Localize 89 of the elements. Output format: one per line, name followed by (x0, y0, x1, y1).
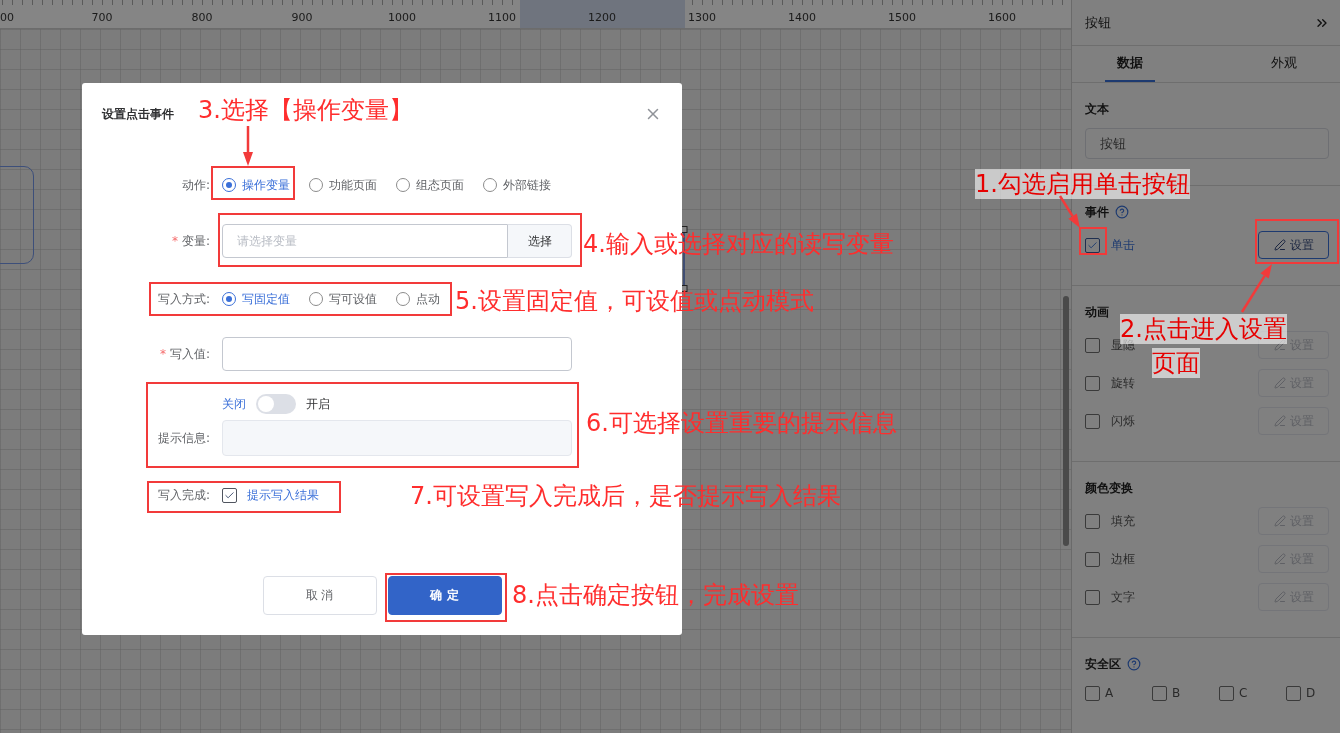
field-label: 提示信息: (156, 429, 210, 447)
field-label: 写入完成: (156, 486, 210, 504)
radio-option[interactable]: 写可设值 (309, 290, 377, 308)
annotation-arrow (1240, 264, 1272, 313)
pencil-icon (1273, 591, 1286, 603)
ruler-label: 700 (90, 11, 114, 24)
annotation-text: 8.点击确定按钮，完成设置 (512, 580, 799, 610)
ruler-label: 1500 (887, 11, 917, 24)
checkbox[interactable] (1085, 513, 1100, 529)
radio-option[interactable]: 外部链接 (483, 176, 551, 194)
variable-input-field[interactable]: 请选择变量 (222, 224, 508, 258)
annotation-text: 页面 (1152, 348, 1200, 378)
checkbox-label: 单击 (1111, 236, 1136, 254)
settings-button[interactable]: 设置 (1258, 231, 1329, 259)
checkbox[interactable] (1152, 685, 1167, 701)
switch-label: 关闭 (222, 395, 246, 413)
annotation-text: 5.设置固定值，可设值或点动模式 (455, 286, 814, 316)
pencil-icon (1273, 415, 1286, 427)
annotation-text: 2.点击进入设置 (1120, 314, 1287, 344)
pencil-icon (1273, 339, 1286, 351)
radio-option[interactable]: 写固定值 (222, 290, 290, 308)
ruler-label: 1400 (787, 11, 817, 24)
checkbox[interactable] (1085, 413, 1100, 429)
pencil-icon (1273, 377, 1286, 389)
field-label: * 变量: (170, 232, 210, 250)
annotation-arrow (1058, 195, 1080, 228)
section-title: 文本 (1085, 100, 1109, 118)
checkbox-label: D (1306, 686, 1316, 700)
checkbox-label: 文字 (1111, 588, 1136, 606)
checkbox-label: B (1172, 686, 1181, 700)
ruler-label: 1100 (487, 11, 517, 24)
section-title: 事件 (1085, 203, 1109, 221)
text-input-field[interactable]: 按钮 (1085, 128, 1329, 159)
checkbox-label: A (1105, 686, 1114, 700)
ruler-label: 1000 (387, 11, 417, 24)
radio-option[interactable]: 组态页面 (396, 176, 464, 194)
checkbox[interactable] (1219, 685, 1234, 701)
dialog-title: 设置点击事件 (102, 105, 174, 123)
section-title: 颜色变换 (1085, 479, 1133, 497)
checkbox-label: 提示写入结果 (247, 486, 319, 504)
field-label: * 写入值: (158, 345, 210, 363)
cancel-button[interactable]: 取 消 (262, 576, 377, 615)
help-icon[interactable] (1115, 205, 1129, 219)
radio-option[interactable]: 操作变量 (222, 176, 290, 194)
highlight-frame (1079, 227, 1107, 255)
checkmark-icon (224, 489, 235, 501)
switch-label: 开启 (306, 395, 330, 413)
checkbox-label: C (1239, 686, 1248, 700)
section-title: 动画 (1085, 303, 1109, 321)
annotation-arrow (243, 126, 253, 166)
panel-tab[interactable]: 数据 (1105, 46, 1155, 82)
checkbox-label: 填充 (1111, 512, 1136, 530)
checkbox[interactable] (1085, 685, 1100, 701)
toggle-switch[interactable] (256, 394, 296, 414)
pencil-icon (1273, 553, 1286, 565)
confirm-button[interactable]: 确 定 (387, 576, 502, 615)
checkmark-icon (1087, 239, 1098, 251)
panel-tab[interactable]: 外观 (1259, 46, 1309, 82)
annotation-text: 1.勾选启用单击按钮 (975, 169, 1190, 199)
prompt-input-field[interactable] (222, 420, 572, 456)
checkbox[interactable] (1085, 589, 1100, 605)
radio-option[interactable]: 点动 (396, 290, 440, 308)
field-label: 写入方式: (156, 290, 210, 308)
checkbox-label: 边框 (1111, 550, 1136, 568)
checkbox-label: 闪烁 (1111, 412, 1136, 430)
ruler-label: 1600 (987, 11, 1017, 24)
ruler-label: 1200 (587, 11, 617, 24)
pencil-icon (1273, 239, 1286, 251)
value-input-field[interactable] (222, 337, 572, 371)
checkbox[interactable] (1286, 685, 1301, 701)
panel-title: 按钮 (1085, 13, 1111, 32)
checkbox[interactable] (1085, 551, 1100, 567)
field-label: 动作: (180, 176, 210, 194)
scrollbar-thumb[interactable] (1063, 296, 1069, 546)
checkbox[interactable] (1085, 237, 1100, 253)
section-title: 安全区 (1085, 655, 1121, 673)
checkbox[interactable] (1085, 375, 1100, 391)
ruler-label: 800 (190, 11, 214, 24)
help-icon[interactable] (1127, 657, 1141, 671)
ruler-label: 900 (290, 11, 314, 24)
checkbox-label: 旋转 (1111, 374, 1136, 392)
radio-option[interactable]: 功能页面 (309, 176, 377, 194)
checkbox[interactable] (1085, 337, 1100, 353)
checkbox[interactable] (222, 487, 237, 503)
select-button[interactable]: 选择 (508, 224, 572, 258)
annotation-text: 3.选择【操作变量】 (198, 95, 413, 125)
ruler-label: 1300 (687, 11, 717, 24)
pencil-icon (1273, 515, 1286, 527)
ruler-label: 00 (0, 11, 15, 24)
